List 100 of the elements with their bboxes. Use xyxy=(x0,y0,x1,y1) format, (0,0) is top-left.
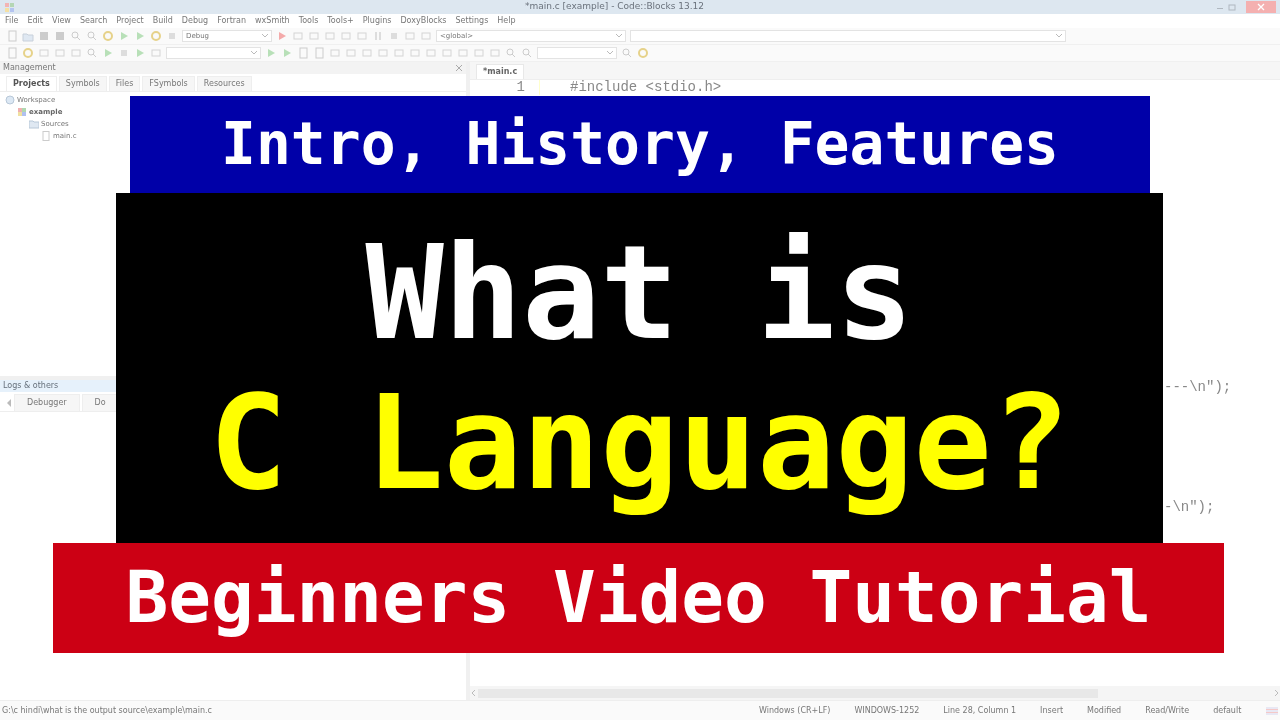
menu-item[interactable]: Settings xyxy=(455,15,489,27)
frame-icon[interactable] xyxy=(409,47,421,59)
menu-item[interactable]: Tools xyxy=(298,15,319,27)
status-field: Modified xyxy=(1075,704,1134,717)
search-icon[interactable] xyxy=(521,47,533,59)
menu-item[interactable]: Search xyxy=(79,15,108,27)
close-icon[interactable] xyxy=(455,64,463,72)
editor-tab[interactable]: *main.c xyxy=(476,64,525,79)
play-icon[interactable] xyxy=(102,47,114,59)
frame-icon[interactable] xyxy=(404,30,416,42)
menu-item[interactable]: Project xyxy=(116,15,144,27)
symbol-dropdown[interactable] xyxy=(630,30,1066,42)
menu-item[interactable]: Tools+ xyxy=(327,15,354,27)
search-icon[interactable] xyxy=(505,47,517,59)
status-field: Windows (CR+LF) xyxy=(747,704,843,717)
menu-item[interactable]: DoxyBlocks xyxy=(400,15,447,27)
search-icon[interactable] xyxy=(621,47,633,59)
status-field: WINDOWS-1252 xyxy=(842,704,932,717)
log-tab[interactable]: Debugger xyxy=(14,394,80,411)
menu-item[interactable]: Debug xyxy=(181,15,209,27)
frame-icon[interactable] xyxy=(54,47,66,59)
frame-icon[interactable] xyxy=(393,47,405,59)
search-icon[interactable] xyxy=(86,47,98,59)
panel-tab[interactable]: FSymbols xyxy=(142,76,195,91)
file-path: G:\c hindi\what is the output source\example\main.c xyxy=(2,704,213,717)
globe-icon xyxy=(5,95,15,105)
panel-title: Management xyxy=(3,62,56,74)
frame-icon[interactable] xyxy=(377,47,389,59)
code-line: #include <stdio.h> xyxy=(569,80,722,95)
frame-icon[interactable] xyxy=(150,47,162,59)
folder-icon[interactable] xyxy=(22,30,34,42)
search-icon[interactable] xyxy=(70,30,82,42)
frame-icon[interactable] xyxy=(473,47,485,59)
search-icon[interactable] xyxy=(86,30,98,42)
subtitle-banner: Intro, History, Features xyxy=(130,96,1150,193)
search-dropdown[interactable] xyxy=(166,47,261,59)
frame-icon[interactable] xyxy=(345,47,357,59)
status-field: default xyxy=(1201,704,1254,717)
frame-icon[interactable] xyxy=(356,30,368,42)
frame-icon[interactable] xyxy=(324,30,336,42)
play-icon[interactable] xyxy=(276,30,288,42)
caret-icon xyxy=(607,51,613,55)
pause-icon[interactable] xyxy=(372,30,384,42)
status-field: Insert xyxy=(1028,704,1076,717)
folder-icon xyxy=(29,119,39,129)
frame-icon[interactable] xyxy=(329,47,341,59)
frame-icon[interactable] xyxy=(361,47,373,59)
frame-icon[interactable] xyxy=(308,30,320,42)
frame-icon[interactable] xyxy=(441,47,453,59)
menu-item[interactable]: File xyxy=(5,15,19,27)
title-text: What is xyxy=(365,218,914,368)
menu-item[interactable]: Build xyxy=(152,15,173,27)
code-line: ---\n"); xyxy=(1164,380,1232,395)
menu-item[interactable]: View xyxy=(51,15,71,27)
app-icon xyxy=(4,1,15,13)
menu-item[interactable]: Edit xyxy=(27,15,43,27)
frame-icon[interactable] xyxy=(292,30,304,42)
line-number: 1 xyxy=(470,80,540,95)
caret-icon xyxy=(251,51,257,55)
blocks-icon xyxy=(17,107,27,117)
status-field: Read/Write xyxy=(1133,704,1202,717)
panel-tab[interactable]: Files xyxy=(108,76,141,91)
frame-icon[interactable] xyxy=(420,30,432,42)
panel-tab[interactable]: Symbols xyxy=(58,76,107,91)
play-icon[interactable] xyxy=(281,47,293,59)
play-icon[interactable] xyxy=(118,30,130,42)
caret-icon xyxy=(616,34,622,38)
page-icon[interactable] xyxy=(313,47,325,59)
frame-icon[interactable] xyxy=(38,47,50,59)
log-tab[interactable]: Do xyxy=(81,394,119,411)
stop-icon[interactable] xyxy=(118,47,130,59)
find-dropdown[interactable] xyxy=(537,47,617,59)
play-icon[interactable] xyxy=(265,47,277,59)
menu-item[interactable]: Plugins xyxy=(362,15,392,27)
stop-icon[interactable] xyxy=(166,30,178,42)
left-arrow-icon[interactable] xyxy=(6,398,12,407)
window-title: *main.c [example] - Code::Blocks 13.12 xyxy=(523,0,706,14)
code-line: -\n"); xyxy=(1164,500,1215,515)
file-icon xyxy=(41,131,51,141)
play-icon[interactable] xyxy=(134,47,146,59)
page-icon[interactable] xyxy=(6,47,18,59)
page-icon[interactable] xyxy=(297,47,309,59)
menu-item[interactable]: Fortran xyxy=(217,15,247,27)
stop-icon[interactable] xyxy=(388,30,400,42)
frame-icon[interactable] xyxy=(340,30,352,42)
status-field: Line 28, Column 1 xyxy=(931,704,1029,717)
page-icon[interactable] xyxy=(6,30,18,42)
frame-icon[interactable] xyxy=(457,47,469,59)
play-icon[interactable] xyxy=(134,30,146,42)
frame-icon[interactable] xyxy=(425,47,437,59)
panel-tab[interactable]: Resources xyxy=(196,76,252,91)
title-text: C Language? xyxy=(209,368,1070,518)
panel-title: Logs & others xyxy=(3,380,59,392)
menu-item[interactable]: Help xyxy=(497,15,516,27)
menu-item[interactable]: wxSmith xyxy=(255,15,290,27)
frame-icon[interactable] xyxy=(70,47,82,59)
frame-icon[interactable] xyxy=(489,47,501,59)
footer-banner: Beginners Video Tutorial xyxy=(53,543,1224,653)
close-icon[interactable] xyxy=(1246,1,1276,13)
panel-tab[interactable]: Projects xyxy=(6,76,57,91)
